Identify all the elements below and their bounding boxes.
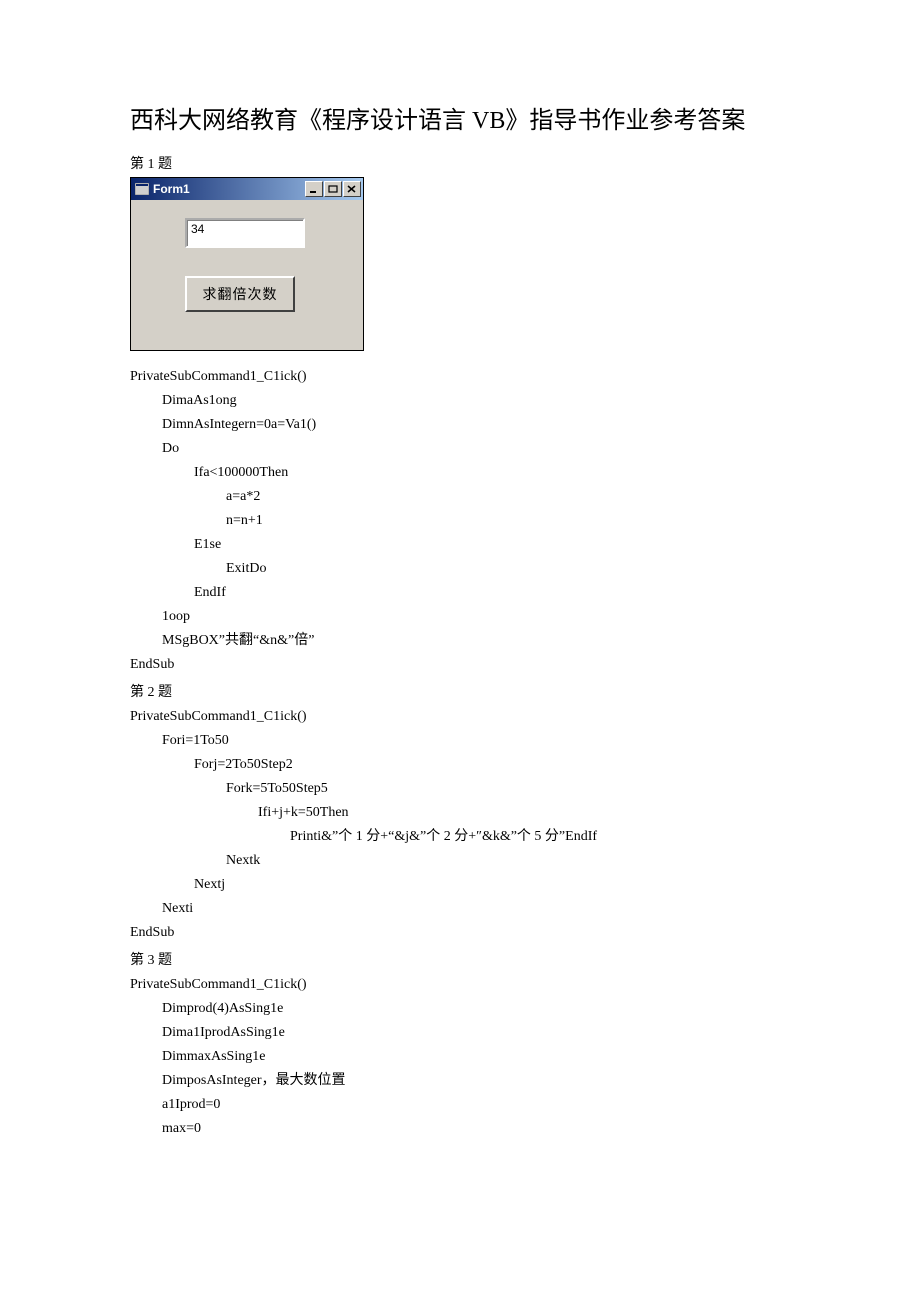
code-line: DimmaxAsSing1e (130, 1045, 790, 1069)
code-line: Printi&”个 1 分+“&j&”个 2 分+″&k&”个 5 分”EndI… (130, 825, 790, 849)
page-title: 西科大网络教育《程序设计语言 VB》指导书作业参考答案 (130, 100, 790, 135)
code-line: Fork=5To50Step5 (130, 777, 790, 801)
code-line: a=a*2 (130, 485, 790, 509)
code-line: n=n+1 (130, 509, 790, 533)
code-line: Dimprod(4)AsSing1e (130, 997, 790, 1021)
document-page: 西科大网络教育《程序设计语言 VB》指导书作业参考答案 第 1 题 Form1 (0, 0, 920, 1301)
code-line: Do (130, 437, 790, 461)
form1-client-area: 34 求翻倍次数 (131, 200, 363, 312)
form1-titlebar: Form1 (131, 178, 363, 200)
question-3-label: 第 3 题 (130, 949, 790, 969)
code-line: PrivateSubCommand1_C1ick() (130, 973, 790, 997)
code-line: PrivateSubCommand1_C1ick() (130, 365, 790, 389)
code-line: EndSub (130, 653, 790, 677)
window-buttons (305, 181, 361, 197)
code-line: a1Iprod=0 (130, 1093, 790, 1117)
code-line: Fori=1To50 (130, 729, 790, 753)
double-count-button[interactable]: 求翻倍次数 (185, 276, 295, 312)
code-line: PrivateSubCommand1_C1ick() (130, 705, 790, 729)
code-line: Dima1IprodAsSing1e (130, 1021, 790, 1045)
code-line: Nextj (130, 873, 790, 897)
code-line: Nextk (130, 849, 790, 873)
question-2-label: 第 2 题 (130, 681, 790, 701)
close-button[interactable] (343, 181, 361, 197)
code-block-1: PrivateSubCommand1_C1ick() DimaAs1ong Di… (130, 365, 790, 677)
titlebar-left: Form1 (135, 182, 190, 196)
code-line: Ifi+j+k=50Then (130, 801, 790, 825)
form1-textbox[interactable]: 34 (185, 218, 305, 248)
code-line: DimnAsIntegern=0a=Va1() (130, 413, 790, 437)
form1-title: Form1 (153, 182, 190, 196)
code-block-2: PrivateSubCommand1_C1ick() Fori=1To50 Fo… (130, 705, 790, 945)
form1-window: Form1 34 求翻倍次数 (130, 177, 364, 351)
vb-app-icon (135, 183, 149, 195)
code-line: 1oop (130, 605, 790, 629)
code-line: Ifa<100000Then (130, 461, 790, 485)
code-line: Nexti (130, 897, 790, 921)
code-line: Forj=2To50Step2 (130, 753, 790, 777)
code-line: max=0 (130, 1117, 790, 1141)
code-line: ExitDo (130, 557, 790, 581)
code-line: DimaAs1ong (130, 389, 790, 413)
question-1-label: 第 1 题 (130, 153, 790, 173)
code-line: MSgBOX”共翻“&n&”倍” (130, 629, 790, 653)
code-line: EndIf (130, 581, 790, 605)
code-line: DimposAsInteger，最大数位置 (130, 1069, 790, 1093)
maximize-button[interactable] (324, 181, 342, 197)
code-line: EndSub (130, 921, 790, 945)
minimize-button[interactable] (305, 181, 323, 197)
code-block-3: PrivateSubCommand1_C1ick() Dimprod(4)AsS… (130, 973, 790, 1141)
code-line: E1se (130, 533, 790, 557)
